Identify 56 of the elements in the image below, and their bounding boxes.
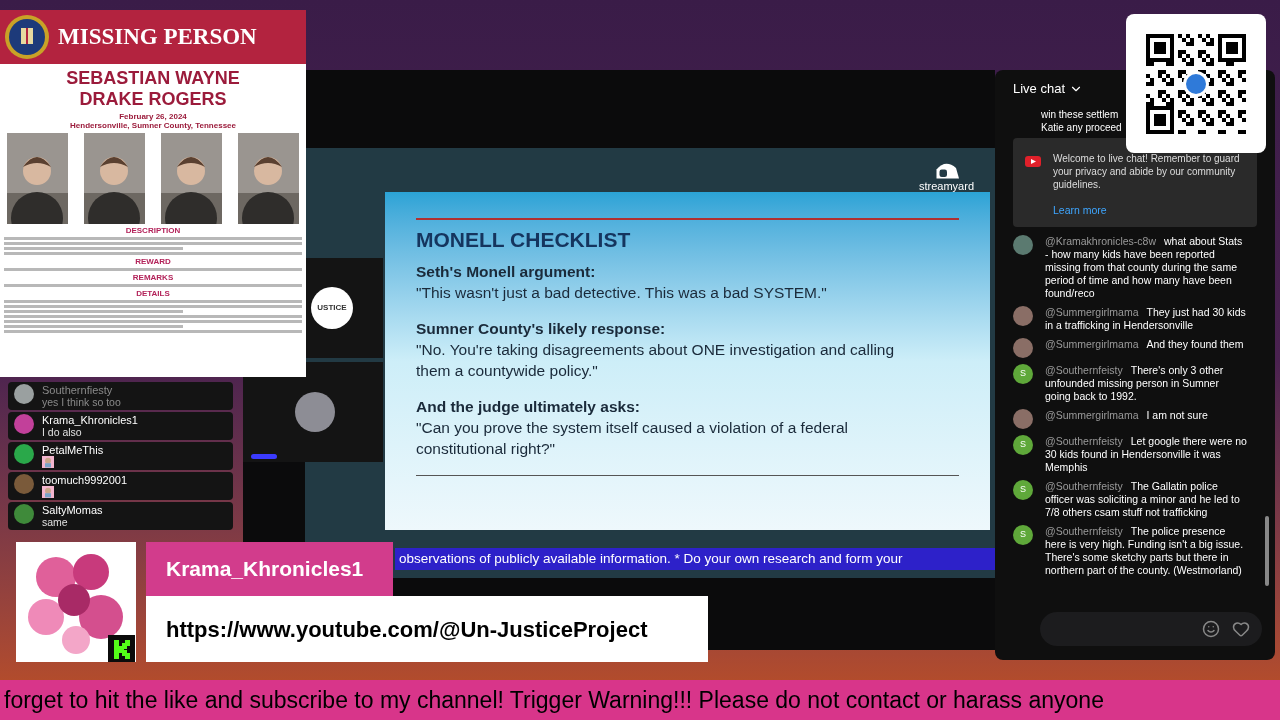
user-avatar: S <box>1013 363 1033 384</box>
bottom-ticker: forget to hit the like and subscribe to my channel! Trigger Warning!!! Please do not contact or harass anyone <box>0 680 1280 720</box>
qr-code-icon <box>1146 33 1246 134</box>
chat-message: @Summergirlmama And they found them <box>1045 337 1244 352</box>
chat-message: win these settlem <box>1041 108 1119 121</box>
username: Krama_Khronicles1 <box>42 414 138 426</box>
chat-message: @Summergirlmama They just had 30 kids in a trafficking in Hendersonville <box>1045 305 1247 332</box>
brand-name: streamyard <box>919 180 975 192</box>
learn-more-link[interactable]: Learn more <box>1053 203 1107 219</box>
slide-title: MONELL CHECKLIST <box>416 228 632 252</box>
chat-message: yes I think so too <box>42 396 121 408</box>
welcome-text: Welcome to live chat! Remember to guard your privacy and abide by our community guidelines. <box>1053 152 1241 191</box>
username: toomuch9992001 <box>42 474 127 486</box>
slide-heading: Sumner County's likely response: <box>416 319 667 339</box>
chat-title[interactable]: Live chat <box>1013 79 1066 99</box>
host-name: Krama_Khronicles1 <box>146 542 393 596</box>
username: SaltyMomas <box>42 504 103 516</box>
news-ticker: observations of publicly available information. * Do your own research and form your <box>395 548 995 570</box>
message-input[interactable] <box>1040 612 1262 646</box>
mic-indicator <box>251 454 277 459</box>
guest-logo: USTICE <box>311 287 353 329</box>
username: Southernfiesty <box>42 384 113 396</box>
chat-message: @Southernfeisty The police presence here is very high. Funding isn't a big issue. There's some sketchy parts but there in northern part of the county. (Westmorland) <box>1045 524 1245 577</box>
chat-message: same <box>42 516 68 528</box>
person-name: SEBASTIAN WAYNE DRAKE ROGERS <box>65 68 241 110</box>
missing-place: Hendersonville, Sumner County, Tennessee <box>69 121 237 130</box>
section-heading: DETAILS <box>135 289 171 298</box>
emoji-icon[interactable] <box>1202 620 1220 638</box>
section-heading: REWARD <box>134 257 172 266</box>
user-avatar: S <box>1013 524 1033 545</box>
seal-icon <box>4 14 50 60</box>
slide-heading: Seth's Monell argument: <box>416 262 597 282</box>
scrollbar <box>1265 516 1269 586</box>
user-avatar: S <box>1013 479 1033 500</box>
username: PetalMeThis <box>42 444 104 456</box>
missing-date: February 26, 2024 <box>118 112 188 121</box>
chat-message: I do also <box>42 426 82 438</box>
slide-quote: "Can you prove the system itself caused a violation of a federal constitutional right?" <box>416 418 849 459</box>
avatar-icon <box>295 392 335 432</box>
slide-heading: And the judge ultimately asks: <box>416 397 641 417</box>
slide-quote: "This wasn't just a bad detective. This was a bad SYSTEM." <box>416 283 828 303</box>
slide-quote: "No. You're taking disagreements about ONE investigation and calling them a countywide policy." <box>416 340 896 381</box>
user-avatar: S <box>1013 434 1033 455</box>
channel-url: https://www.youtube.com/@Un-JusticeProject <box>146 596 708 662</box>
section-heading: REMARKS <box>131 273 175 282</box>
chat-message: @Summergirlmama I am not sure <box>1045 408 1208 423</box>
poster-title: MISSING PERSON <box>58 22 257 51</box>
heart-icon[interactable] <box>1232 620 1250 638</box>
chat-message: @Southernfeisty There's only 3 other unfounded missing person in Sumner going back to 1992. <box>1045 363 1225 403</box>
chat-message: @Southernfeisty Let google there were no 30 kids found in Hendersonville it was Memphis <box>1045 434 1247 474</box>
chat-message: @Kramakhronicles-c8w what about Stats - how many kids have been reported missing from that county during the same period of time and how many have been found/reco <box>1045 234 1244 300</box>
chat-message: @Southernfeisty The Gallatin police officer was soliciting a minor and he led to 7/8 others csam stuff not trafficking <box>1045 479 1241 519</box>
youtube-icon <box>1025 156 1041 167</box>
kick-logo-icon <box>108 635 135 662</box>
chat-message: Katie any proceed <box>1041 121 1122 134</box>
section-heading: DESCRIPTION <box>124 226 182 235</box>
